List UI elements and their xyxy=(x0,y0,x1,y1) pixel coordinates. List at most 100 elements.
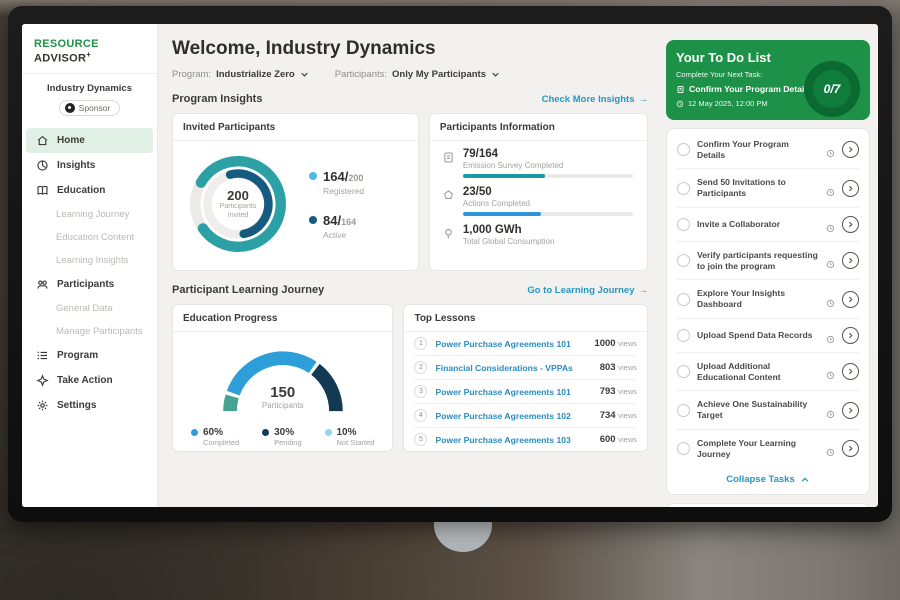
sidebar-item-learning-insights[interactable]: Learning Insights xyxy=(22,249,157,272)
sidebar-item-general-data[interactable]: General Data xyxy=(22,297,157,320)
right-column: Your To Do List Complete Your Next Task:… xyxy=(660,24,878,507)
program-insights-title: Program Insights xyxy=(172,93,262,105)
legend-value: 60% xyxy=(203,427,239,438)
sponsor-badge: Sponsor xyxy=(59,100,121,116)
clock-icon xyxy=(826,367,835,376)
gauge-center-value: 150 xyxy=(198,384,368,401)
task-open-button[interactable] xyxy=(842,291,859,308)
lesson-link[interactable]: Power Purchase Agreements 102 xyxy=(435,411,591,421)
chevron-down-icon xyxy=(300,70,309,79)
stat-progress-bar xyxy=(463,212,633,216)
todo-task-row[interactable]: Invite a Collaborator xyxy=(677,208,859,242)
program-filter[interactable]: Program: Industrialize Zero xyxy=(172,69,309,80)
todo-task-row[interactable]: Upload Additional Educational Content xyxy=(677,353,859,391)
lesson-link[interactable]: Financial Considerations - VPPAs xyxy=(435,363,591,373)
top-lessons-list: 1Power Purchase Agreements 1011000 views… xyxy=(404,332,647,451)
task-checkbox[interactable] xyxy=(677,218,690,231)
task-open-button[interactable] xyxy=(842,363,859,380)
legend-value: 84/ xyxy=(323,213,341,228)
lesson-link[interactable]: Power Purchase Agreements 101 xyxy=(435,339,586,349)
sidebar-item-education[interactable]: Education xyxy=(22,178,157,203)
education-progress-card: Education Progress 150 Participants 60%C… xyxy=(172,304,393,452)
check-more-insights-link[interactable]: Check More Insights → xyxy=(542,94,648,105)
task-open-button[interactable] xyxy=(842,440,859,457)
todo-task-row[interactable]: Confirm Your Program Details xyxy=(677,131,859,169)
chevron-up-icon xyxy=(800,475,810,485)
todo-progress-ring: 0/7 xyxy=(804,61,860,117)
lesson-views: 600 views xyxy=(600,434,637,445)
lesson-views: 734 views xyxy=(600,410,637,421)
task-label: Send 50 Invitations to Participants xyxy=(697,177,819,198)
task-open-button[interactable] xyxy=(842,180,859,197)
legend-total: 200 xyxy=(348,173,363,183)
consumption-icon xyxy=(442,227,455,240)
info-stat-row: 1,000 GWhTotal Global Consumption xyxy=(442,224,635,246)
gauge-legend-item: 60%Completed xyxy=(191,427,239,447)
legend-dot-icon xyxy=(309,216,317,224)
task-open-button[interactable] xyxy=(842,141,859,158)
task-checkbox[interactable] xyxy=(677,254,690,267)
task-open-button[interactable] xyxy=(842,216,859,233)
legend-label: Registered xyxy=(323,186,364,196)
sidebar-item-label: Learning Journey xyxy=(56,209,129,220)
clock-icon xyxy=(826,295,835,304)
participants-information-stats: 79/164Emission Survey Completed 23/50Acti… xyxy=(430,141,647,253)
task-open-button[interactable] xyxy=(842,252,859,269)
todo-task-row[interactable]: Verify participants requesting to join t… xyxy=(677,242,859,280)
task-checkbox[interactable] xyxy=(677,143,690,156)
sidebar-item-label: Program xyxy=(57,350,98,361)
task-open-button[interactable] xyxy=(842,402,859,419)
lesson-row: 4Power Purchase Agreements 102734 views xyxy=(414,404,637,428)
legend-dot-icon xyxy=(325,429,332,436)
legend-value: 10% xyxy=(337,427,375,438)
take-action-icon xyxy=(36,374,49,387)
task-checkbox[interactable] xyxy=(677,365,690,378)
sidebar-item-manage-participants[interactable]: Manage Participants xyxy=(22,320,157,343)
todo-task-row[interactable]: Achieve One Sustainability Target xyxy=(677,391,859,429)
lesson-rank-badge: 1 xyxy=(414,337,427,350)
stat-value: 1,000 GWh xyxy=(463,224,555,236)
todo-task-row[interactable]: Explore Your Insights Dashboard xyxy=(677,280,859,318)
participants-information-title: Participants Information xyxy=(430,114,647,141)
sidebar-item-program[interactable]: Program xyxy=(22,343,157,368)
legend-dot-icon xyxy=(309,172,317,180)
todo-tasks-card: Confirm Your Program Details Send 50 Invi… xyxy=(666,128,870,495)
sidebar-item-insights[interactable]: Insights xyxy=(22,153,157,178)
todo-summary-card: Your To Do List Complete Your Next Task:… xyxy=(666,40,870,120)
task-checkbox[interactable] xyxy=(677,404,690,417)
clock-icon xyxy=(826,331,835,340)
task-checkbox[interactable] xyxy=(677,442,690,455)
lesson-views: 803 views xyxy=(600,362,637,373)
task-checkbox[interactable] xyxy=(677,182,690,195)
collapse-tasks-link[interactable]: Collapse Tasks xyxy=(677,467,859,488)
sidebar-item-home[interactable]: Home xyxy=(26,128,153,153)
todo-task-row[interactable]: Send 50 Invitations to Participants xyxy=(677,169,859,207)
lesson-row: 3Power Purchase Agreements 101793 views xyxy=(414,380,637,404)
sponsor-badge-label: Sponsor xyxy=(79,103,111,113)
info-stat-row: 79/164Emission Survey Completed xyxy=(442,148,635,178)
task-open-button[interactable] xyxy=(842,327,859,344)
go-to-learning-journey-link[interactable]: Go to Learning Journey → xyxy=(527,285,648,296)
info-stat-row: 23/50Actions Completed xyxy=(442,186,635,216)
sidebar-item-settings[interactable]: Settings xyxy=(22,393,157,418)
todo-task-row[interactable]: Complete Your Learning Journey xyxy=(677,430,859,467)
task-label: Invite a Collaborator xyxy=(697,219,819,230)
todo-task-row[interactable]: Upload Spend Data Records xyxy=(677,319,859,353)
participants-filter[interactable]: Participants: Only My Participants xyxy=(335,69,500,80)
lesson-rank-badge: 3 xyxy=(414,385,427,398)
stat-value: 23/50 xyxy=(463,186,633,198)
arrow-right-icon: → xyxy=(639,94,649,105)
sidebar-item-education-content[interactable]: Education Content xyxy=(22,226,157,249)
sidebar-item-take-action[interactable]: Take Action xyxy=(22,368,157,393)
todo-progress-value: 0/7 xyxy=(813,70,851,108)
task-label: Achieve One Sustainability Target xyxy=(697,399,819,420)
lesson-link[interactable]: Power Purchase Agreements 103 xyxy=(435,435,591,445)
clock-icon xyxy=(676,100,684,108)
brand-primary: RESOURCE xyxy=(34,38,99,50)
task-checkbox[interactable] xyxy=(677,293,690,306)
sidebar-item-participants[interactable]: Participants xyxy=(22,272,157,297)
legend-value: 30% xyxy=(274,427,302,438)
lesson-link[interactable]: Power Purchase Agreements 101 xyxy=(435,387,591,397)
task-checkbox[interactable] xyxy=(677,329,690,342)
sidebar-item-learning-journey[interactable]: Learning Journey xyxy=(22,203,157,226)
